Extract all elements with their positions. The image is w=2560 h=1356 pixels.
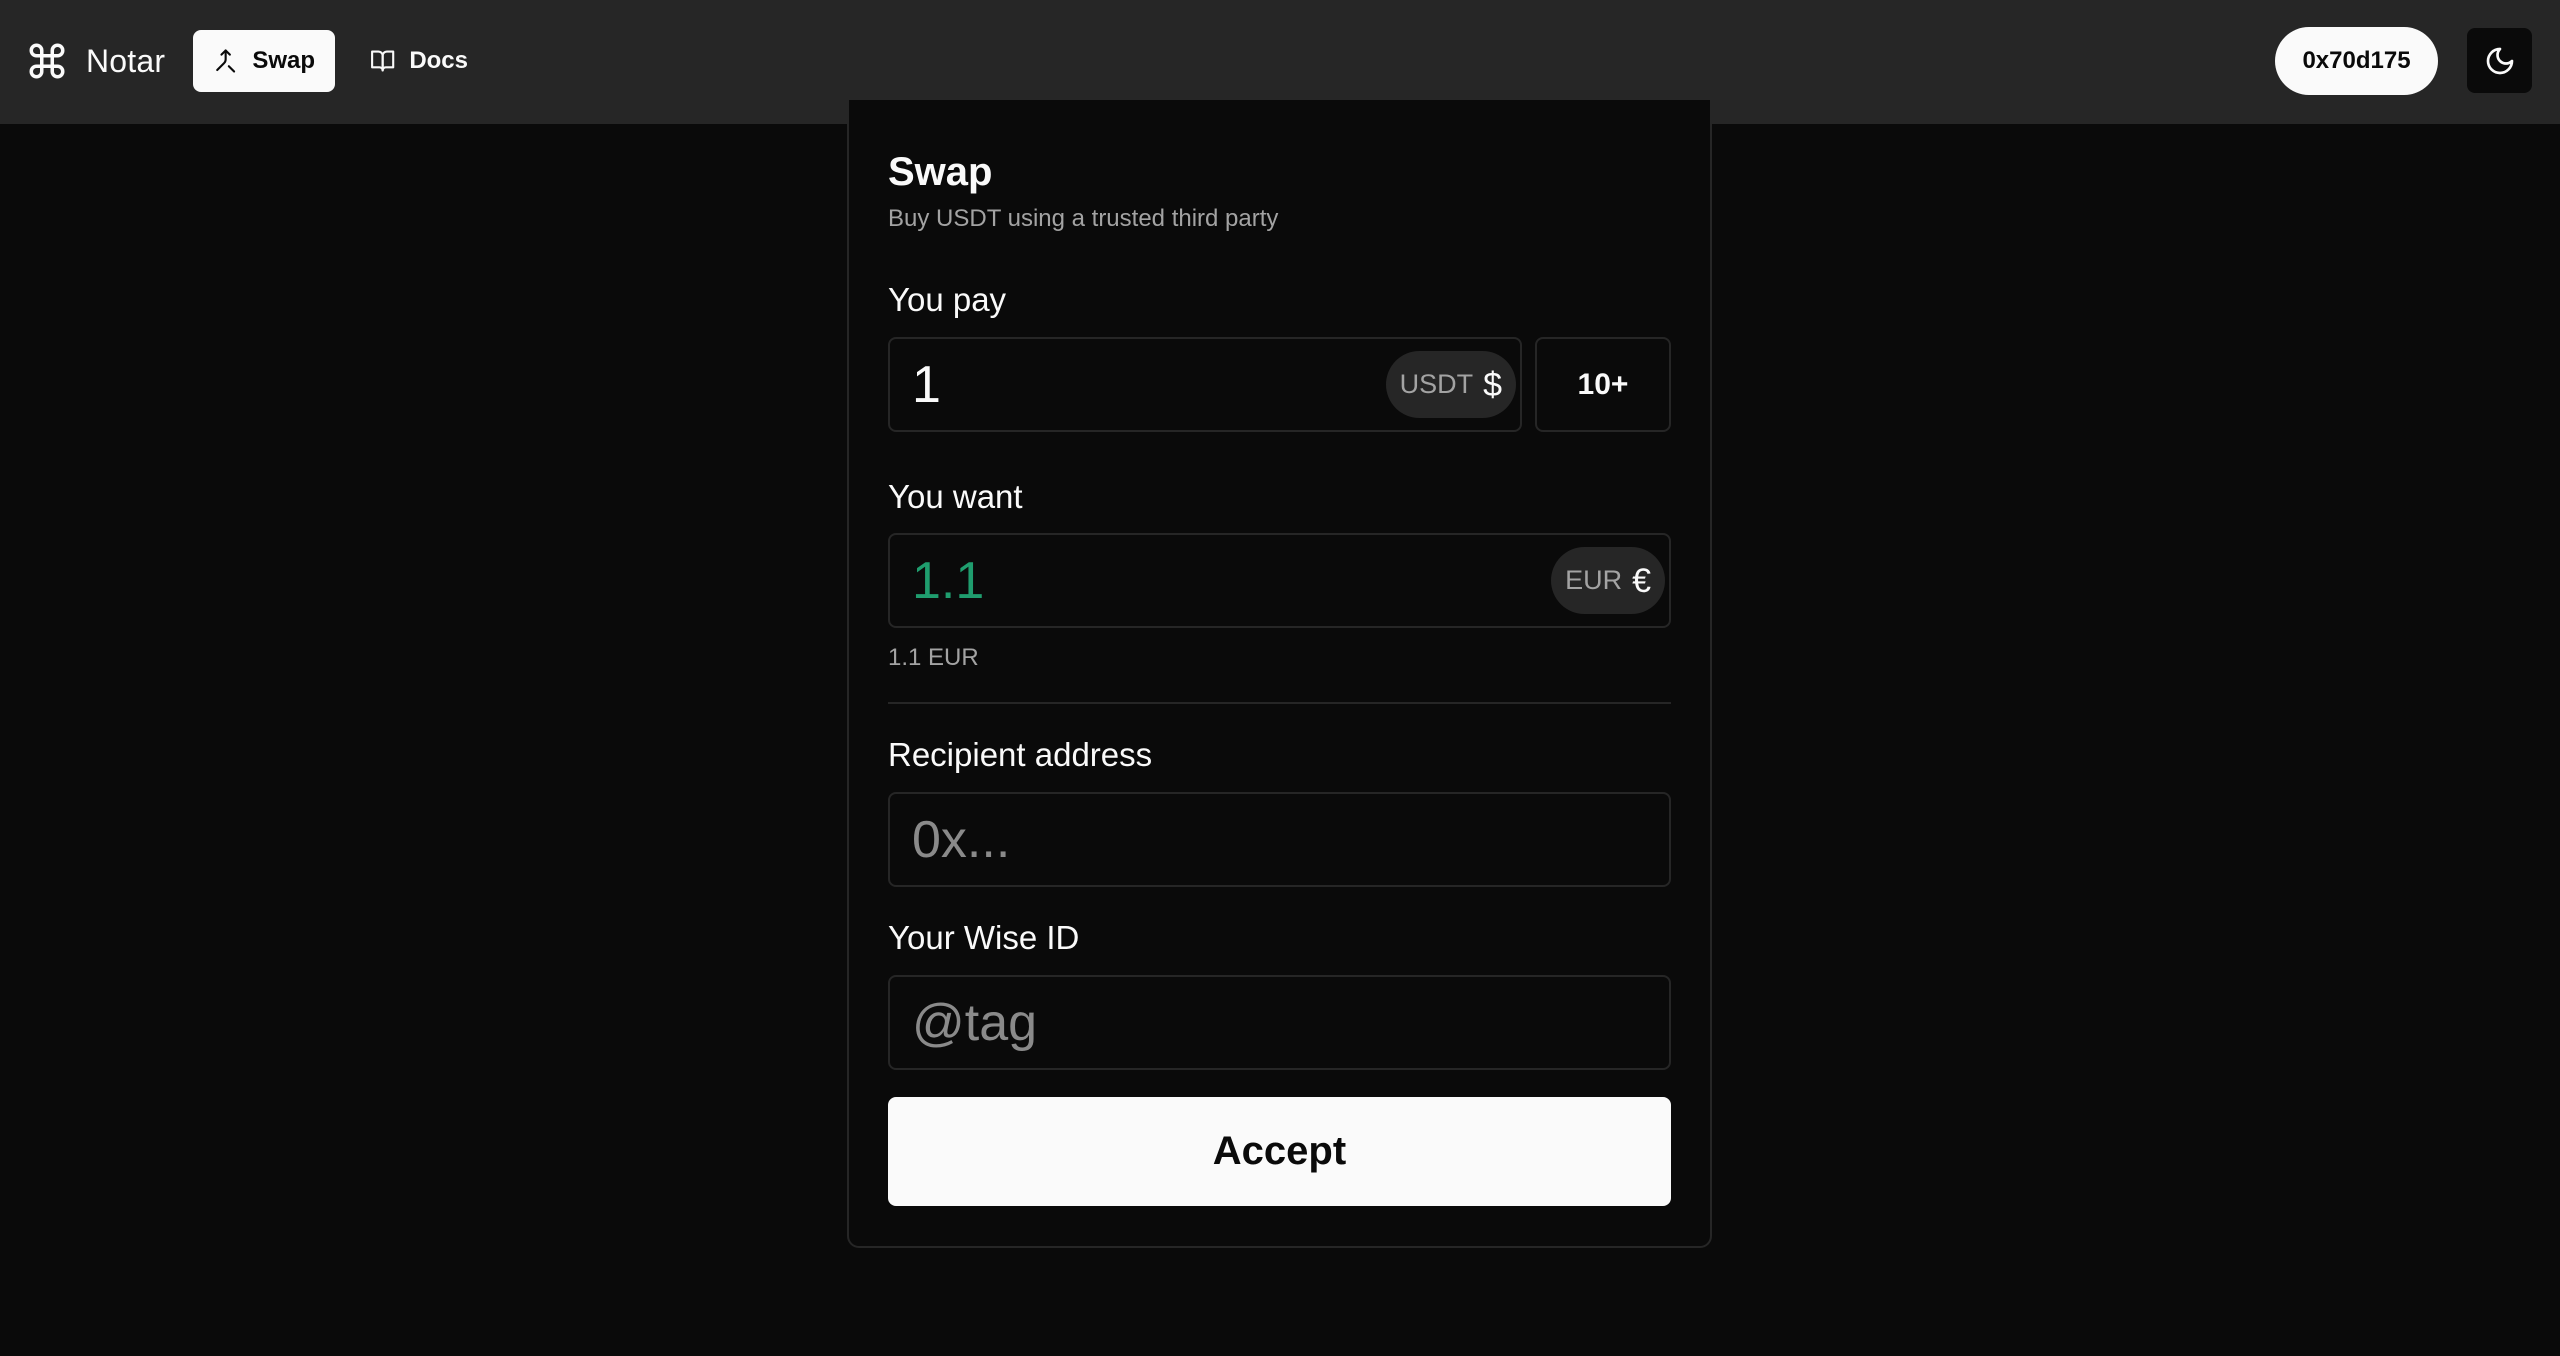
brand[interactable]: Notar [26, 38, 165, 84]
dollar-icon: $ [1483, 365, 1502, 404]
card-subtitle: Buy USDT using a trusted third party [888, 205, 1279, 232]
pay-token-label: USDT [1399, 369, 1474, 399]
pay-label: You pay [888, 281, 1007, 318]
command-icon [29, 43, 65, 79]
recipient-label: Recipient address [888, 736, 1153, 773]
book-open-icon [371, 50, 395, 72]
card-title: Swap [888, 150, 993, 194]
pay-token-select[interactable]: USDT $ [1385, 351, 1516, 418]
want-amount-value: 1.1 [912, 551, 985, 610]
wise-id-input[interactable]: @tag [888, 975, 1671, 1070]
theme-toggle-button[interactable] [2467, 28, 2532, 93]
recipient-address-input[interactable]: 0x... [888, 792, 1671, 887]
recipient-placeholder: 0x... [912, 810, 1011, 869]
brand-name: Notar [86, 42, 166, 79]
nav-swap-button[interactable]: Swap [193, 30, 335, 92]
want-label: You want [888, 478, 1023, 515]
want-token-label: EUR [1565, 565, 1623, 595]
nav-docs-button[interactable]: Docs [350, 30, 488, 92]
section-divider [888, 702, 1671, 704]
euro-icon: € [1632, 561, 1651, 600]
want-converted-hint: 1.1 EUR [888, 644, 979, 671]
moon-icon [2486, 47, 2513, 74]
want-amount-input[interactable]: 1.1 EUR € [888, 533, 1671, 628]
swap-card [847, 100, 1712, 1248]
wise-id-label: Your Wise ID [888, 919, 1080, 956]
nav-docs-label: Docs [409, 47, 468, 74]
want-token-select[interactable]: EUR € [1551, 547, 1665, 614]
pay-amount-value: 1 [912, 355, 941, 414]
wallet-address-button[interactable]: 0x70d175 [2275, 27, 2438, 95]
merge-arrow-icon [216, 49, 236, 73]
accept-button[interactable]: Accept [888, 1097, 1671, 1206]
wise-id-placeholder: @tag [912, 993, 1038, 1052]
pay-amount-input[interactable]: 1 USDT $ [888, 337, 1522, 432]
max-amount-button[interactable]: 10+ [1535, 337, 1671, 432]
nav-swap-label: Swap [252, 47, 315, 74]
